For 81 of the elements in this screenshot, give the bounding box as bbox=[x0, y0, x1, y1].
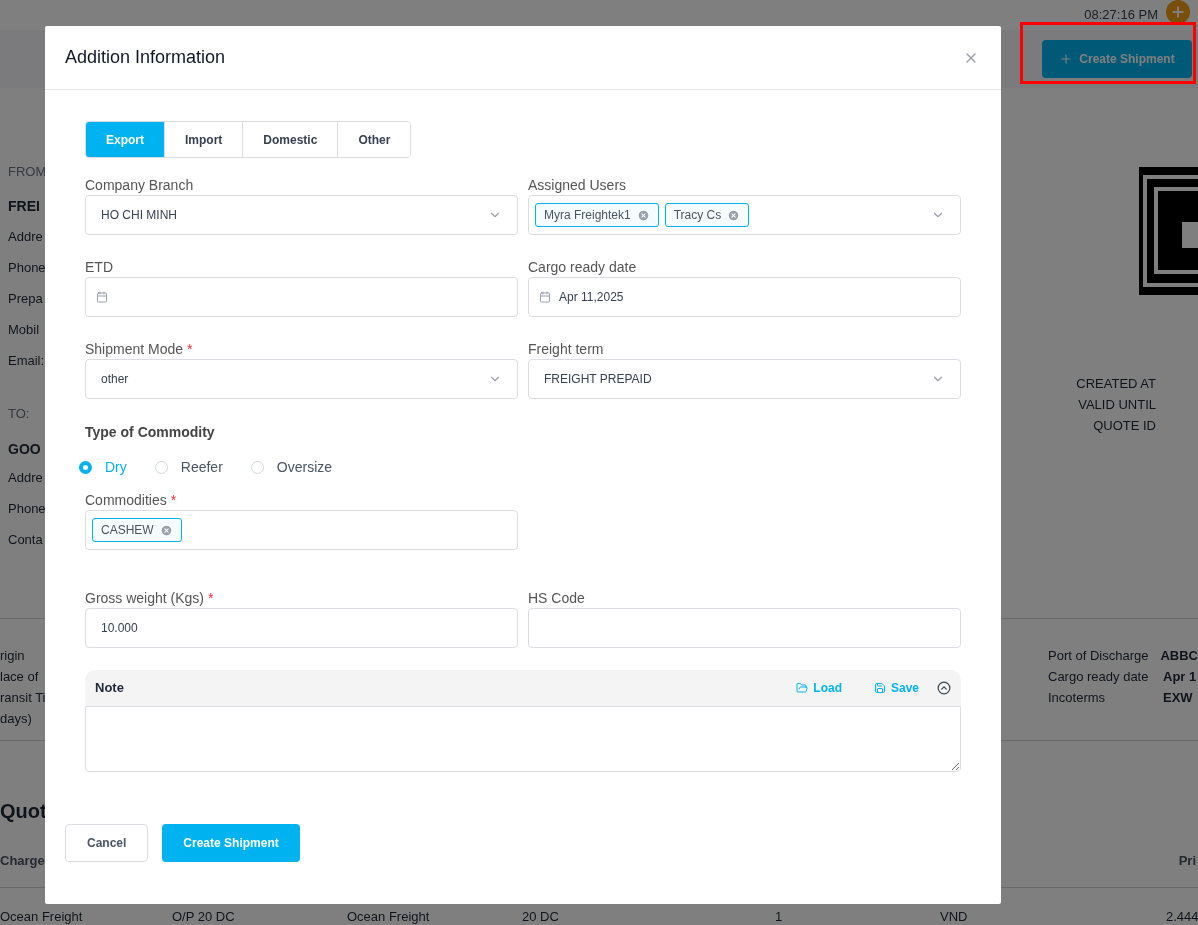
meta-label: CREATED AT bbox=[1076, 374, 1156, 393]
column-header: Charge bbox=[0, 852, 45, 870]
calendar-icon bbox=[539, 291, 551, 303]
dialog-title: Addition Information bbox=[65, 46, 226, 69]
field-label: days) bbox=[0, 709, 33, 728]
multi-select-field[interactable]: CASHEW bbox=[85, 510, 518, 550]
table-cell-text: VND bbox=[940, 908, 969, 925]
table-cell-text: Ocean Freight bbox=[347, 908, 431, 925]
field-label: HS Code bbox=[528, 589, 585, 608]
collapse-icon[interactable] bbox=[937, 681, 951, 695]
select-field[interactable]: other bbox=[85, 359, 518, 399]
remove-icon[interactable] bbox=[159, 523, 173, 537]
section-heading: TO: bbox=[8, 405, 31, 423]
field-label: Company Branch bbox=[85, 176, 194, 195]
company-name: FREI bbox=[8, 197, 41, 216]
folder-icon bbox=[796, 682, 809, 694]
tag-chip[interactable]: CASHEW bbox=[92, 518, 182, 542]
remove-icon[interactable] bbox=[636, 208, 650, 222]
cancel-button[interactable]: Cancel bbox=[65, 824, 149, 862]
radio-option[interactable]: Oversize bbox=[250, 456, 333, 478]
table-cell-text: 20 DC bbox=[522, 908, 560, 925]
date-field[interactable]: Apr 11,2025 bbox=[528, 277, 961, 317]
field-label: Phone bbox=[8, 258, 47, 277]
table-cell-text: 1 bbox=[775, 908, 784, 925]
company-name: GOO bbox=[8, 440, 42, 459]
radio-icon[interactable] bbox=[250, 460, 264, 474]
column-header: Pri bbox=[1178, 852, 1196, 870]
required-mark: * bbox=[208, 589, 214, 608]
table-cell-text: Ocean Freight bbox=[0, 908, 84, 925]
clock-time: 08:27:16 PM bbox=[1084, 6, 1158, 25]
field-label: rigin bbox=[0, 646, 26, 665]
field-label: Prepa bbox=[8, 289, 44, 308]
note-title: Note bbox=[95, 679, 124, 698]
field-label: ransit Ti bbox=[0, 688, 46, 707]
field-label: Cargo ready date bbox=[528, 258, 637, 277]
field-label: lace of bbox=[0, 667, 40, 686]
field-label: ETD bbox=[85, 258, 113, 277]
field-label: Addre bbox=[8, 468, 44, 487]
tab[interactable]: Other bbox=[337, 122, 411, 157]
section-heading: FROM bbox=[8, 163, 47, 181]
field-value: EXW bbox=[1163, 688, 1193, 707]
required-mark: * bbox=[187, 340, 193, 359]
note-field[interactable] bbox=[85, 706, 961, 772]
date-field[interactable] bbox=[85, 277, 518, 317]
remove-icon[interactable] bbox=[727, 208, 741, 222]
radio-icon[interactable] bbox=[79, 460, 92, 474]
meta-label: QUOTE ID bbox=[1093, 416, 1156, 435]
field-label: Incoterms bbox=[1048, 688, 1107, 707]
multi-select-field[interactable]: Myra Freightek1 Tracy Cs bbox=[528, 195, 961, 235]
section-heading: Type of Commodity bbox=[85, 423, 216, 441]
section-title: Quot bbox=[0, 799, 48, 824]
save-icon bbox=[873, 682, 886, 694]
table-cell-text: 2.444 bbox=[1166, 908, 1198, 925]
table-cell-text: O/P 20 DC bbox=[172, 908, 236, 925]
field-label: Gross weight (Kgs) bbox=[85, 589, 205, 608]
tag-chip[interactable]: Myra Freightek1 bbox=[535, 203, 659, 227]
add-icon[interactable] bbox=[1166, 0, 1190, 24]
field-value: ABBC bbox=[1160, 646, 1198, 665]
field-label: Addre bbox=[8, 227, 44, 246]
select-field[interactable]: FREIGHT PREPAID bbox=[528, 359, 961, 399]
input-field[interactable]: 10.000 bbox=[85, 608, 518, 648]
field-label: Freight term bbox=[528, 340, 604, 359]
field-label: Assigned Users bbox=[528, 176, 627, 195]
field-value: Apr 1 bbox=[1163, 667, 1197, 686]
radio-option[interactable]: Reefer bbox=[154, 456, 223, 478]
calendar-icon bbox=[96, 291, 108, 303]
select-field[interactable]: HO CHI MINH bbox=[85, 195, 518, 235]
field-label: Mobil bbox=[8, 320, 41, 339]
field-label: Port of Discharge bbox=[1048, 646, 1150, 665]
meta-label: VALID UNTIL bbox=[1078, 395, 1156, 414]
tag-chip[interactable]: Tracy Cs bbox=[664, 203, 750, 227]
plus-icon bbox=[1059, 52, 1074, 66]
input-field[interactable] bbox=[528, 608, 961, 648]
field-label: Phone bbox=[8, 499, 47, 518]
field-label: Shipment Mode bbox=[85, 340, 184, 359]
field-label: Email: bbox=[8, 351, 46, 370]
radio-icon[interactable] bbox=[154, 460, 168, 474]
field-label: Cargo ready date bbox=[1048, 667, 1150, 686]
field-label: Commodities bbox=[85, 491, 167, 510]
required-mark: * bbox=[170, 491, 177, 510]
field-label: Conta bbox=[8, 530, 44, 549]
